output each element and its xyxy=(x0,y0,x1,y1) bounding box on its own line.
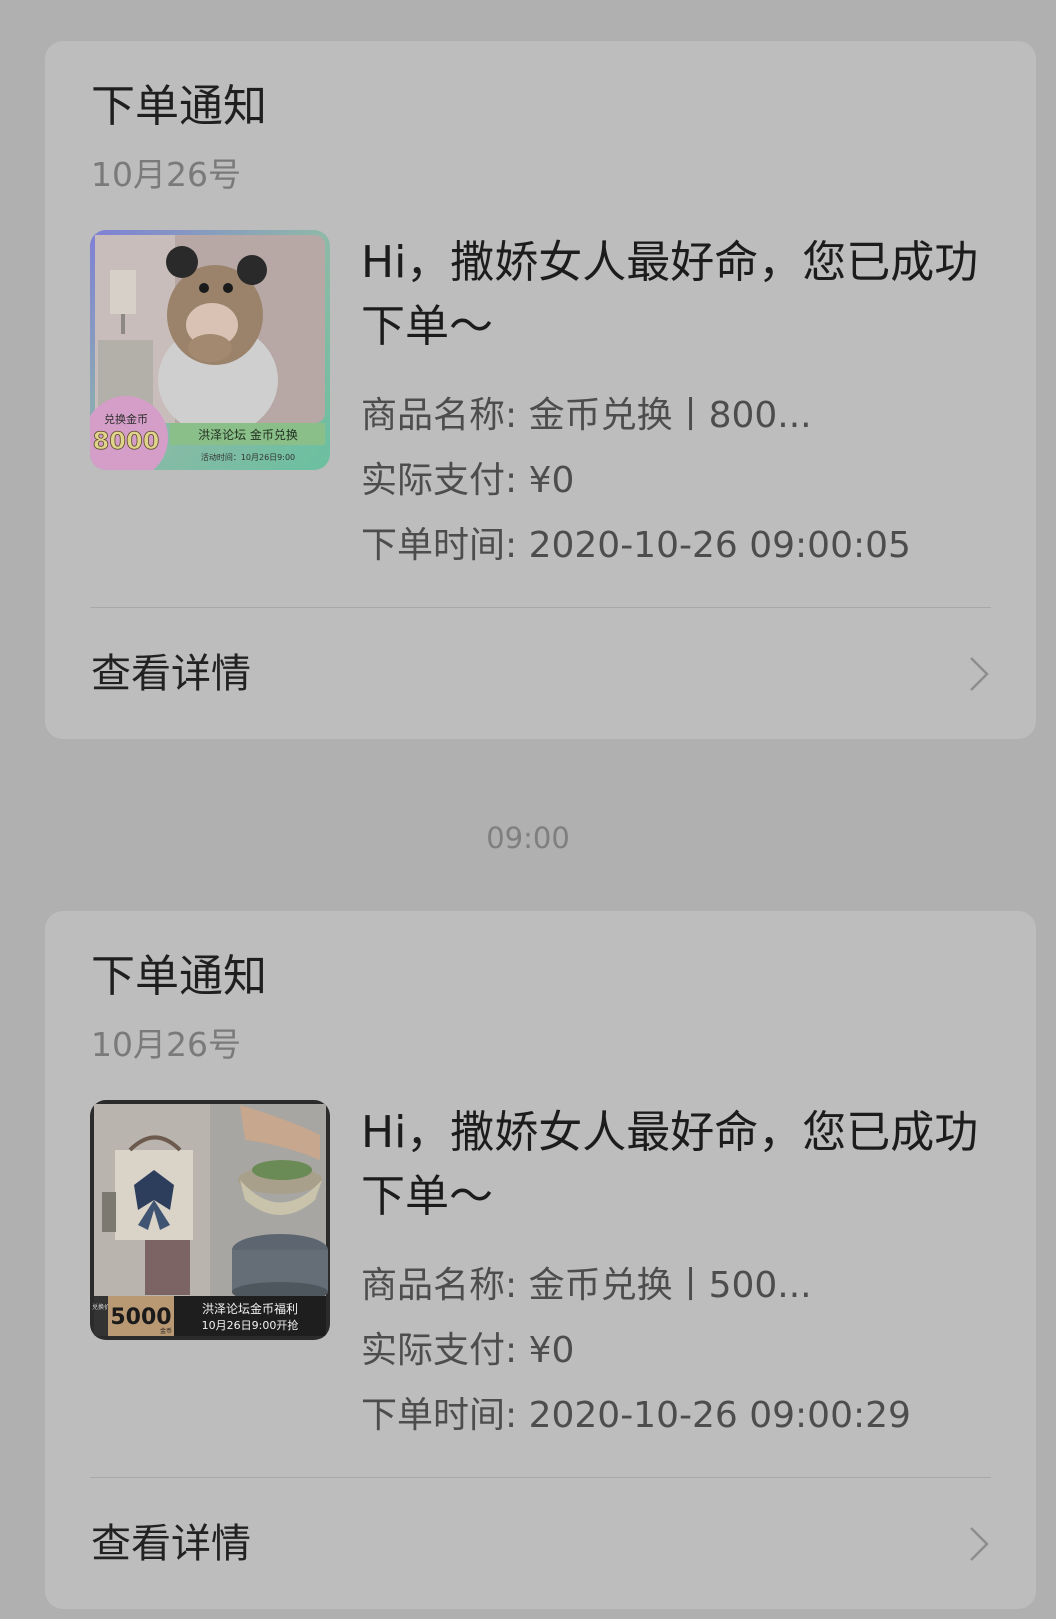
order-time-value: 2020-10-26 09:00:29 xyxy=(528,1395,911,1436)
svg-text:5000: 5000 xyxy=(110,1305,171,1330)
card-date: 10月26号 xyxy=(91,155,241,194)
payment-label: 实际支付: xyxy=(361,460,529,501)
product-name-label: 商品名称: xyxy=(361,395,529,436)
product-name-row: 商品名称: 金币兑换丨500... xyxy=(361,1262,812,1310)
payment-value: ¥0 xyxy=(528,1330,575,1371)
payment-value: ¥0 xyxy=(528,460,575,501)
order-time-label: 下单时间: xyxy=(361,1395,529,1436)
order-time-row: 下单时间: 2020-10-26 09:00:05 xyxy=(361,522,911,570)
svg-text:兑换价: 兑换价 xyxy=(92,1303,110,1311)
card-date: 10月26号 xyxy=(91,1025,241,1064)
svg-text:10月26日9:00开抢: 10月26日9:00开抢 xyxy=(202,1318,299,1332)
svg-text:活动时间：10月26日9:00: 活动时间：10月26日9:00 xyxy=(201,452,295,462)
payment-label: 实际支付: xyxy=(361,1330,529,1371)
notification-message: Hi，撒娇女人最好命，您已成功下单～ xyxy=(361,1107,979,1222)
view-details-button[interactable]: 查看详情 xyxy=(45,1478,1036,1609)
notification-card: 下单通知 10月26号 洪泽论坛 金币兑换 活动时间：10月26日9:00 兑换… xyxy=(45,41,1036,739)
order-time-value: 2020-10-26 09:00:05 xyxy=(528,525,911,566)
svg-text:8000: 8000 xyxy=(93,427,160,455)
product-name-row: 商品名称: 金币兑换丨800... xyxy=(361,392,812,440)
chevron-right-icon xyxy=(970,1527,989,1561)
order-time-row: 下单时间: 2020-10-26 09:00:29 xyxy=(361,1392,911,1440)
payment-row: 实际支付: ¥0 xyxy=(361,457,574,505)
svg-text:洪泽论坛金币福利: 洪泽论坛金币福利 xyxy=(202,1301,298,1316)
order-time-label: 下单时间: xyxy=(361,525,529,566)
svg-text:金币: 金币 xyxy=(160,1327,172,1335)
card-title: 下单通知 xyxy=(91,81,267,132)
time-separator: 09:00 xyxy=(486,821,570,855)
payment-row: 实际支付: ¥0 xyxy=(361,1327,574,1375)
notification-card: 下单通知 10月26号 兑换价 5000 金币 洪泽论坛金币福利 10月26日9… xyxy=(45,911,1036,1609)
product-name-label: 商品名称: xyxy=(361,1265,529,1306)
view-details-label: 查看详情 xyxy=(91,1521,251,1567)
product-thumbnail[interactable]: 兑换价 5000 金币 洪泽论坛金币福利 10月26日9:00开抢 xyxy=(90,1100,330,1340)
chevron-right-icon xyxy=(970,657,989,691)
card-title: 下单通知 xyxy=(91,951,267,1002)
svg-text:兑换金币: 兑换金币 xyxy=(104,412,148,426)
notification-message: Hi，撒娇女人最好命，您已成功下单～ xyxy=(361,237,979,352)
product-thumbnail[interactable]: 洪泽论坛 金币兑换 活动时间：10月26日9:00 兑换金币 8000 xyxy=(90,230,330,470)
view-details-label: 查看详情 xyxy=(91,651,251,697)
product-name-value: 金币兑换丨800... xyxy=(528,395,812,436)
product-name-value: 金币兑换丨500... xyxy=(528,1265,812,1306)
view-details-button[interactable]: 查看详情 xyxy=(45,608,1036,739)
svg-text:洪泽论坛 金币兑换: 洪泽论坛 金币兑换 xyxy=(198,427,298,442)
